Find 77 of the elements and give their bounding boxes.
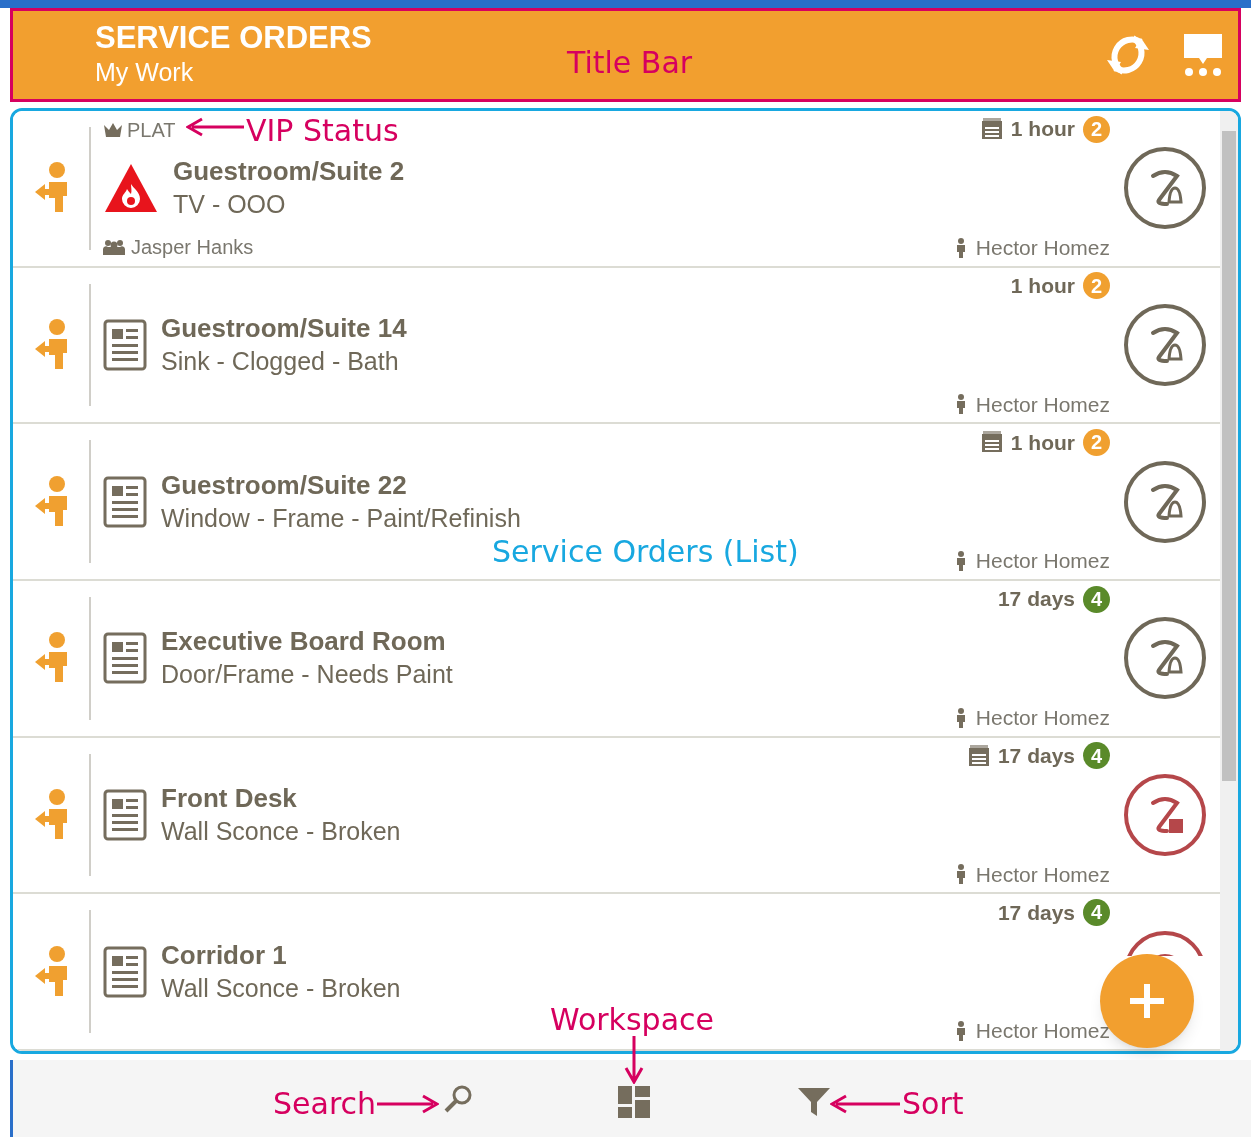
chat-bubble-icon (1183, 32, 1223, 78)
app-subtitle: My Work (95, 57, 194, 88)
person-leaving-icon (33, 789, 69, 841)
order-location: Front Desk (161, 782, 298, 815)
assignee-name: Hector Homez (975, 861, 1110, 888)
search-button[interactable] (443, 1084, 473, 1114)
order-location: Corridor 1 (161, 938, 288, 972)
sort-button[interactable] (798, 1086, 830, 1118)
count-badge: 2 (1083, 272, 1110, 300)
due-time: 1 hour (1010, 116, 1075, 143)
count-badge: 2 (1083, 115, 1110, 143)
due-time: 17 days (997, 586, 1075, 613)
annotation-arrow (377, 1094, 439, 1114)
person-icon (955, 707, 966, 728)
timer-bell-button[interactable] (1123, 146, 1207, 231)
annotation-arrow (624, 1036, 644, 1084)
plus-icon (1130, 984, 1164, 1018)
order-issue: Window - Frame - Paint/Refinish (161, 502, 521, 534)
count-badge: 4 (1083, 898, 1110, 926)
order-issue: Wall Sconce - Broken (161, 816, 401, 847)
search-icon (443, 1084, 473, 1114)
count-badge: 4 (1083, 585, 1110, 613)
assignee-name: Hector Homez (975, 548, 1110, 575)
order-issue: Door/Frame - Needs Paint (161, 659, 453, 691)
crown-icon (103, 122, 123, 138)
app-title: SERVICE ORDERS (95, 21, 372, 55)
timer-bell-button[interactable] (1123, 303, 1207, 387)
assignee-name: Hector Homez (975, 704, 1110, 731)
annotation-label: Workspace (550, 1001, 714, 1039)
due-time: 1 hour (1010, 272, 1075, 299)
order-issue: Sink - Clogged - Bath (161, 346, 400, 377)
person-leaving-icon (33, 162, 69, 215)
timer-bell-button[interactable] (1123, 459, 1207, 544)
stopped-timer-button[interactable] (1123, 773, 1207, 857)
count-badge: 4 (1083, 742, 1110, 770)
person-leaving-icon (33, 319, 69, 371)
document-icon (103, 789, 147, 841)
order-location: Guestroom/Suite 2 (173, 155, 405, 189)
annotation-arrow (186, 117, 244, 137)
annotation-label: Sort (902, 1085, 964, 1123)
order-location: Guestroom/Suite 22 (161, 468, 408, 502)
person-leaving-icon (33, 632, 69, 685)
order-location: Executive Board Room (161, 625, 447, 659)
document-icon (103, 632, 147, 685)
document-icon (103, 945, 147, 998)
workspace-button[interactable] (618, 1086, 650, 1118)
annotation-label: VIP Status (246, 112, 399, 150)
order-issue: Wall Sconce - Broken (161, 972, 401, 1004)
timer-bell-button[interactable] (1123, 616, 1207, 701)
person-icon (955, 864, 966, 885)
assignee-name: Hector Homez (975, 1018, 1110, 1045)
annotation-arrow (830, 1094, 900, 1114)
person-leaving-icon (33, 475, 69, 528)
annotation-label: Search (273, 1085, 377, 1123)
due-time: 1 hour (1010, 429, 1075, 456)
annotation-label: Service Orders (List) (492, 534, 799, 571)
document-icon (103, 475, 147, 528)
guest-name: Jasper Hanks (131, 234, 254, 260)
due-time: 17 days (997, 899, 1075, 926)
assignee-name: Hector Homez (975, 391, 1110, 418)
person-icon (955, 551, 966, 571)
funnel-icon (798, 1086, 830, 1118)
guests-icon (103, 237, 125, 256)
vip-status: PLAT (127, 118, 176, 143)
person-icon (955, 1021, 966, 1042)
person-icon (955, 394, 966, 415)
order-location: Guestroom/Suite 14 (161, 312, 407, 345)
count-badge: 2 (1083, 428, 1110, 456)
due-time: 17 days (997, 742, 1075, 769)
document-icon (103, 319, 147, 371)
workspace-icon (618, 1086, 650, 1118)
person-icon (955, 237, 966, 258)
assignee-name: Hector Homez (975, 234, 1110, 261)
annotation-label: Title Bar (567, 44, 693, 82)
person-leaving-icon (33, 945, 69, 998)
order-issue: TV - OOO (173, 189, 287, 221)
fire-warning-icon (103, 162, 159, 215)
